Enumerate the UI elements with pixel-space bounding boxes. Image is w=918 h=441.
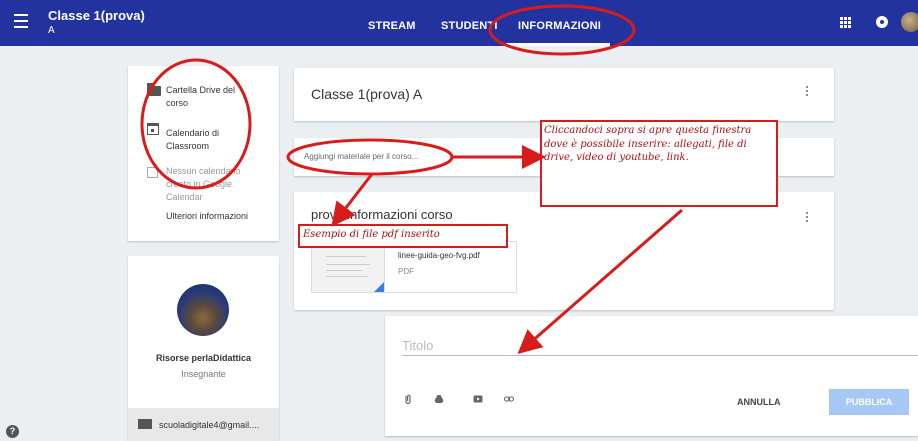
annotation-overlay xyxy=(140,4,683,354)
arrow-to-example xyxy=(331,173,374,227)
arrow-to-compose xyxy=(517,208,683,354)
classroom-app: Classe 1(prova) A STREAM STUDENTI INFORM… xyxy=(0,0,918,441)
sidebar-highlight-ellipse xyxy=(140,58,252,190)
add-material-highlight-ellipse xyxy=(286,138,454,176)
tab-highlight-ellipse xyxy=(488,4,636,56)
